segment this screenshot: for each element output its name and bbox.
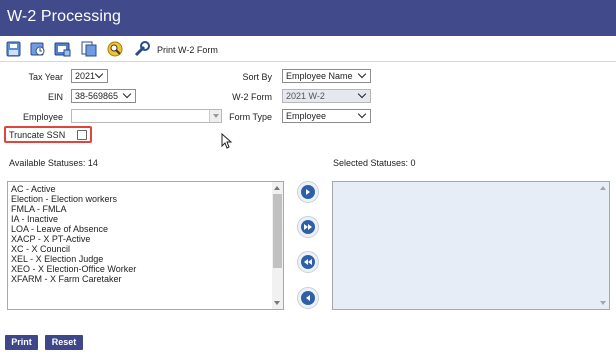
arrow-right-icon [306,189,310,195]
double-arrow-right-icon [304,224,312,230]
tax-year-select[interactable]: 2021 [71,69,108,83]
toolbar: Print W-2 Form [0,36,616,62]
form-type-select[interactable]: Employee [282,109,371,123]
truncate-ssn-checkbox[interactable] [77,130,87,140]
sort-by-label: Sort By [242,72,272,82]
ein-label: EIN [47,92,63,102]
sort-by-select[interactable]: Employee Name [282,69,371,83]
list-item[interactable]: LOA - Leave of Absence [11,224,136,234]
ein-select[interactable]: 38-569865 [71,89,136,103]
chevron-down-icon [357,69,367,79]
available-scrollbar[interactable] [272,182,283,309]
selected-statuses-label: Selected Statuses: 0 [333,158,416,168]
list-item[interactable]: XEO - X Election-Office Worker [11,264,136,274]
print-w2-form-button[interactable]: Print W-2 Form [157,45,218,55]
form-type-value: Employee [286,111,327,121]
sort-by-value: Employee Name [286,71,353,81]
list-item[interactable]: XC - X Council [11,244,136,254]
list-item[interactable]: FMLA - FMLA [11,204,136,214]
move-all-right-button[interactable] [297,216,319,238]
list-item[interactable]: XACP - X PT-Active [11,234,136,244]
available-statuses-label: Available Statuses: 14 [9,158,98,168]
print-preview-icon[interactable] [54,40,72,58]
list-item[interactable]: Election - Election workers [11,194,136,204]
page-title: W-2 Processing [7,8,122,25]
move-left-button[interactable] [297,287,319,309]
selected-scrollbar[interactable] [598,182,609,309]
list-item[interactable]: XFARM - X Farm Caretaker [11,274,136,284]
truncate-ssn-label: Truncate SSN [9,130,66,140]
mouse-cursor-icon [221,132,233,149]
form-type-label: Form Type [229,112,272,122]
search-icon[interactable] [106,40,124,58]
title-bar: W-2 Processing [0,0,616,36]
reset-button[interactable]: Reset [45,335,83,350]
move-all-left-button[interactable] [297,251,319,273]
scroll-down-icon[interactable] [274,301,280,305]
tax-year-value: 2021 [75,71,96,81]
w2-form-label: W-2 Form [232,92,272,102]
available-items: AC - Active Election - Election workers FM… [11,184,136,284]
double-arrow-left-icon [304,259,312,265]
w2-form-select[interactable]: 2021 W-2 [282,89,371,103]
available-statuses-list[interactable]: AC - Active Election - Election workers FM… [7,181,284,310]
w2-form-value: 2021 W-2 [286,91,325,101]
tools-icon[interactable] [133,40,151,58]
employee-label: Employee [22,112,63,122]
chevron-down-icon [122,89,132,99]
selected-statuses-list[interactable] [332,181,610,310]
move-right-button[interactable] [297,181,319,203]
list-item[interactable]: IA - Inactive [11,214,136,224]
list-item[interactable]: XEL - X Election Judge [11,254,136,264]
scroll-down-icon[interactable] [600,301,606,305]
scroll-up-icon[interactable] [600,186,606,190]
scroll-up-icon[interactable] [274,186,280,190]
ein-value: 38-569865 [75,91,119,101]
arrow-left-icon [306,295,310,301]
copy-icon[interactable] [80,40,98,58]
chevron-down-icon [94,69,104,79]
chevron-down-icon [357,109,367,119]
save-icon[interactable] [5,40,23,58]
list-item[interactable]: AC - Active [11,184,136,194]
scroll-thumb[interactable] [273,194,282,268]
open-icon[interactable] [29,40,47,58]
employee-combobox[interactable] [71,109,222,123]
chevron-down-icon[interactable] [209,110,221,122]
print-button[interactable]: Print [5,335,38,350]
tax-year-label: Tax Year [28,72,63,82]
chevron-down-icon [357,89,367,99]
truncate-ssn-field: Truncate SSN [4,126,92,143]
